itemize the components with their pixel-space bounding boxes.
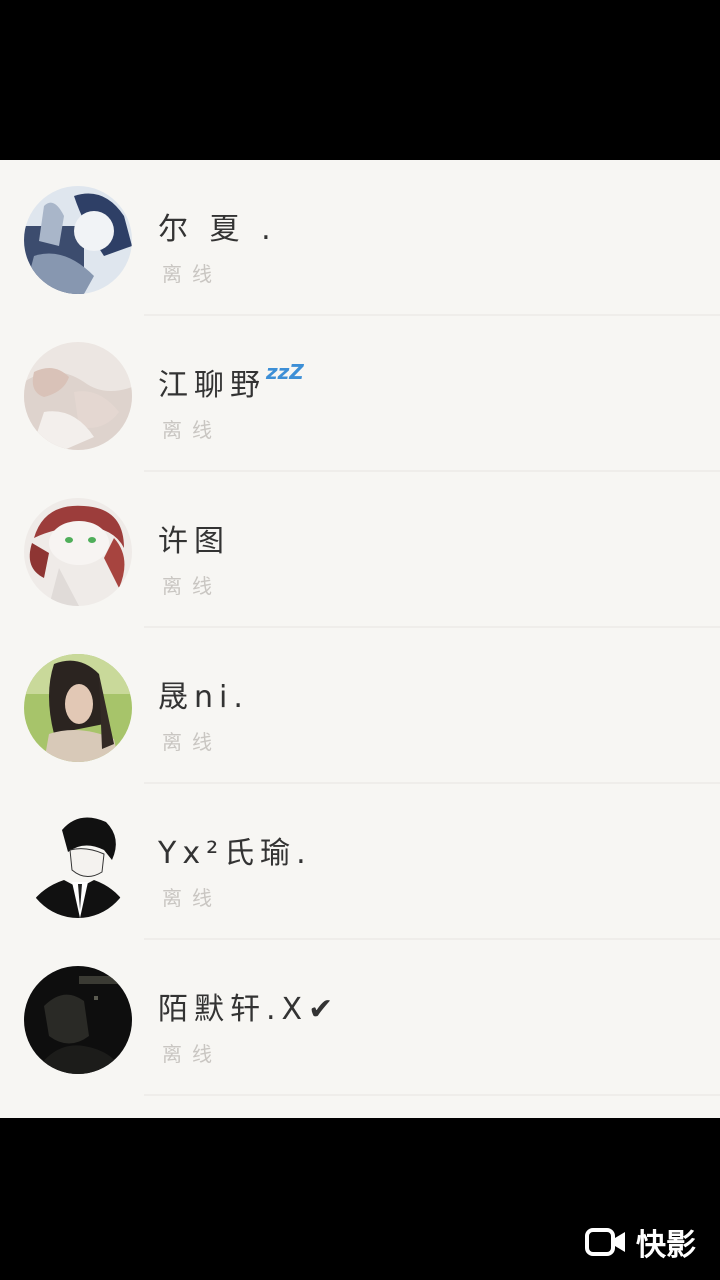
girl-outdoor-avatar[interactable]	[24, 654, 132, 762]
contact-row[interactable]: 江聊野zzZ 离线	[0, 316, 720, 472]
contact-row[interactable]: 许图 离线	[0, 472, 720, 628]
contact-name: 陌默轩.X✔	[158, 992, 340, 1027]
contact-status: 离线	[162, 730, 222, 754]
contact-list: 尔 夏 . 离线 江聊野zzZ 离线 许图 离线 晟ni. 离线 Yx²氏瑜. …	[0, 160, 720, 1118]
contact-status: 离线	[162, 1042, 222, 1066]
red-hair-anime-avatar[interactable]	[24, 498, 132, 606]
contact-row[interactable]: 尔 夏 . 离线	[0, 160, 720, 316]
contact-status: 离线	[162, 574, 222, 598]
contact-name: 江聊野zzZ	[158, 360, 304, 403]
sleep-icon: zzZ	[266, 360, 304, 384]
contact-name: 尔 夏 .	[158, 212, 277, 247]
contact-name: 晟ni.	[158, 680, 249, 715]
contact-row[interactable]: 晟ni. 离线	[0, 628, 720, 784]
contact-status: 离线	[162, 262, 222, 286]
dark-night-avatar[interactable]	[24, 966, 132, 1074]
pale-hands-avatar[interactable]	[24, 342, 132, 450]
contact-row[interactable]: 陌默轩.X✔ 离线	[0, 940, 720, 1096]
suit-boy-sketch-avatar[interactable]	[24, 810, 132, 918]
watermark-brand: 快影	[636, 1228, 696, 1263]
contact-name: 许图	[158, 524, 230, 559]
contact-name: Yx²氏瑜.	[158, 836, 312, 871]
contact-row[interactable]: Yx²氏瑜. 离线	[0, 784, 720, 940]
row-divider	[144, 1094, 720, 1096]
kuaiying-watermark: 快影	[584, 1220, 696, 1264]
video-camera-icon	[585, 1228, 625, 1256]
contact-status: 离线	[162, 418, 222, 442]
contact-status: 离线	[162, 886, 222, 910]
anime-boy-blue-avatar[interactable]	[24, 186, 132, 294]
screen: 尔 夏 . 离线 江聊野zzZ 离线 许图 离线 晟ni. 离线 Yx²氏瑜. …	[0, 0, 720, 1280]
